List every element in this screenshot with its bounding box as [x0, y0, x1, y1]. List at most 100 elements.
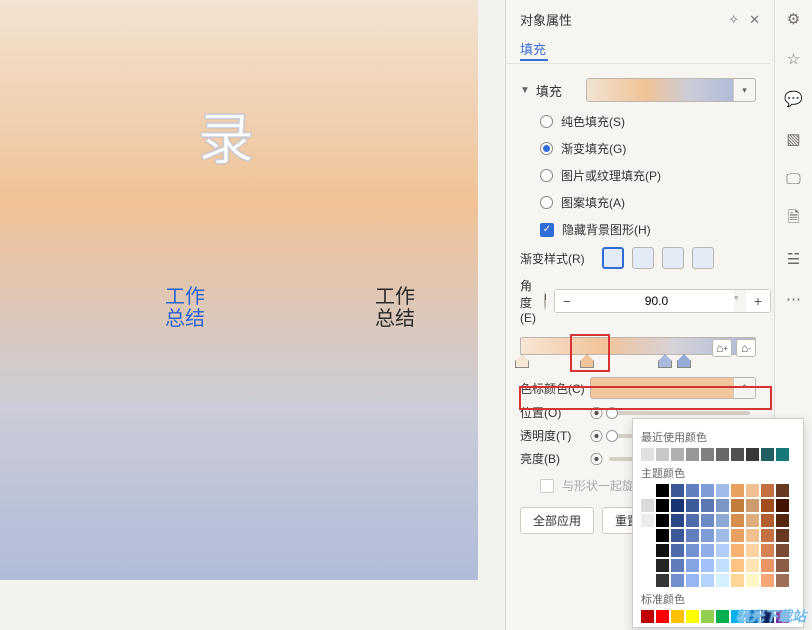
stop-color-dropdown[interactable]: ⌃	[590, 377, 756, 399]
color-swatch[interactable]	[716, 448, 729, 461]
color-swatch[interactable]	[671, 610, 684, 623]
angle-plus[interactable]: +	[746, 290, 770, 312]
color-swatch[interactable]	[761, 514, 774, 527]
radio-solid[interactable]: 纯色填充(S)	[506, 108, 770, 135]
text-box-1[interactable]: 工作 总结	[165, 286, 205, 330]
check-hidebg[interactable]: ✓隐藏背景图形(H)	[506, 216, 770, 243]
color-swatch[interactable]	[776, 574, 789, 587]
color-swatch[interactable]	[716, 574, 729, 587]
color-swatch[interactable]	[686, 559, 699, 572]
color-swatch[interactable]	[716, 484, 729, 497]
color-swatch[interactable]	[656, 574, 669, 587]
color-swatch[interactable]	[656, 544, 669, 557]
pin-icon[interactable]: ✧	[728, 12, 739, 28]
color-swatch[interactable]	[701, 514, 714, 527]
apply-all-button[interactable]: 全部应用	[520, 507, 594, 534]
color-swatch[interactable]	[641, 448, 654, 461]
gradient-style-2[interactable]	[632, 247, 654, 269]
color-swatch[interactable]	[701, 448, 714, 461]
color-swatch[interactable]	[671, 448, 684, 461]
color-swatch[interactable]	[731, 514, 744, 527]
gradient-style-3[interactable]	[662, 247, 684, 269]
color-swatch[interactable]	[686, 514, 699, 527]
rail-doc-icon[interactable]: 🗎	[783, 208, 805, 230]
color-swatch[interactable]	[641, 514, 654, 527]
rail-chat-icon[interactable]: 💬	[783, 88, 805, 110]
color-swatch[interactable]	[746, 529, 759, 542]
close-icon[interactable]: ✕	[749, 12, 760, 28]
color-swatch[interactable]	[746, 448, 759, 461]
color-swatch[interactable]	[656, 514, 669, 527]
color-swatch[interactable]	[761, 529, 774, 542]
color-swatch[interactable]	[671, 499, 684, 512]
color-swatch[interactable]	[776, 559, 789, 572]
color-swatch[interactable]	[731, 448, 744, 461]
color-swatch[interactable]	[761, 544, 774, 557]
color-swatch[interactable]	[746, 559, 759, 572]
color-swatch[interactable]	[686, 529, 699, 542]
color-swatch[interactable]	[731, 529, 744, 542]
color-swatch[interactable]	[641, 574, 654, 587]
color-swatch[interactable]	[686, 574, 699, 587]
rail-star-icon[interactable]: ☆	[783, 48, 805, 70]
color-swatch[interactable]	[686, 484, 699, 497]
color-swatch[interactable]	[686, 499, 699, 512]
color-swatch[interactable]	[716, 610, 729, 623]
add-stop-button[interactable]: ⌂+	[712, 339, 732, 357]
color-swatch[interactable]	[746, 484, 759, 497]
color-swatch[interactable]	[761, 484, 774, 497]
color-swatch[interactable]	[731, 544, 744, 557]
fill-section-toggle[interactable]: ▼ 填充 ▾	[506, 72, 770, 108]
angle-minus[interactable]: −	[555, 290, 579, 312]
color-swatch[interactable]	[701, 544, 714, 557]
color-swatch[interactable]	[641, 610, 654, 623]
color-swatch[interactable]	[761, 448, 774, 461]
color-swatch[interactable]	[686, 610, 699, 623]
color-swatch[interactable]	[746, 514, 759, 527]
color-swatch[interactable]	[731, 574, 744, 587]
color-swatch[interactable]	[776, 529, 789, 542]
color-swatch[interactable]	[656, 448, 669, 461]
color-swatch[interactable]	[716, 559, 729, 572]
color-swatch[interactable]	[776, 484, 789, 497]
panel-title[interactable]: 对象属性	[520, 10, 572, 29]
color-swatch[interactable]	[761, 499, 774, 512]
color-swatch[interactable]	[641, 499, 654, 512]
color-swatch[interactable]	[641, 559, 654, 572]
color-swatch[interactable]	[641, 529, 654, 542]
color-swatch[interactable]	[701, 484, 714, 497]
gradient-style-1[interactable]	[602, 247, 624, 269]
angle-stepper[interactable]: − ° +	[554, 289, 771, 313]
rail-more-icon[interactable]: ⋯	[783, 288, 805, 310]
color-swatch[interactable]	[776, 499, 789, 512]
color-swatch[interactable]	[686, 448, 699, 461]
rail-cube-icon[interactable]: ▧	[783, 128, 805, 150]
gradient-style-4[interactable]	[692, 247, 714, 269]
color-swatch[interactable]	[671, 544, 684, 557]
color-picker-popup[interactable]: 最近使用颜色 主题颜色 标准颜色	[632, 418, 804, 628]
radio-picture[interactable]: 图片或纹理填充(P)	[506, 162, 770, 189]
color-swatch[interactable]	[656, 484, 669, 497]
remove-stop-button[interactable]: ⌂-	[736, 339, 756, 357]
color-swatch[interactable]	[776, 544, 789, 557]
color-swatch[interactable]	[656, 610, 669, 623]
color-swatch[interactable]	[761, 574, 774, 587]
color-swatch[interactable]	[671, 529, 684, 542]
gradient-stop-1[interactable]	[515, 354, 529, 368]
color-swatch[interactable]	[701, 499, 714, 512]
text-box-2[interactable]: 工作 总结	[375, 286, 415, 330]
rail-pc-icon[interactable]: 🖵	[783, 168, 805, 190]
color-swatch[interactable]	[776, 514, 789, 527]
color-swatch[interactable]	[641, 484, 654, 497]
color-swatch[interactable]	[746, 499, 759, 512]
rail-settings-icon[interactable]: ⚙	[783, 8, 805, 30]
color-swatch[interactable]	[716, 514, 729, 527]
color-swatch[interactable]	[671, 559, 684, 572]
color-swatch[interactable]	[716, 499, 729, 512]
tab-fill[interactable]: 填充	[506, 35, 560, 58]
color-swatch[interactable]	[686, 544, 699, 557]
color-swatch[interactable]	[746, 574, 759, 587]
color-swatch[interactable]	[641, 544, 654, 557]
gradient-stop-3[interactable]	[658, 354, 672, 368]
color-swatch[interactable]	[671, 484, 684, 497]
